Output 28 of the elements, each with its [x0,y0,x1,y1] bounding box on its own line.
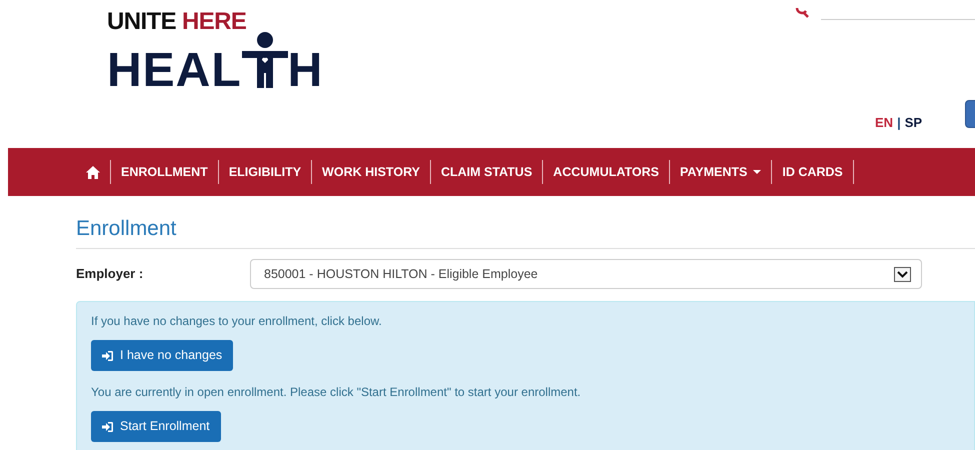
employer-select[interactable]: 850001 - HOUSTON HILTON - Eligible Employee [250,259,922,289]
info-text: If you have no changes to your enrollment, click below. [91,313,383,330]
logo-text: UNITE [107,10,176,34]
logo-text: HEAL [107,47,242,95]
sign-in-icon [102,350,113,360]
nav-link[interactable]: ID CARDS [782,162,843,182]
home-icon[interactable] [86,166,100,178]
nav-dropdown[interactable]: PAYMENTS [680,162,762,182]
logo-text: HERE [182,10,246,34]
language-link[interactable]: SP [904,113,922,132]
language-separator: | [897,114,901,132]
search-icon [795,6,811,20]
employer-label: Employer : [76,265,144,284]
caret-icon [753,170,762,174]
logo-text: H [288,47,324,95]
nav-link[interactable]: ELIGIBILITY [228,162,302,182]
action-button[interactable]: Start Enrollment [91,411,221,442]
nav-link[interactable]: WORK HISTORY [322,162,420,182]
language-link[interactable]: EN [875,113,894,132]
person-icon [242,32,288,90]
page-title: Enrollment [76,216,975,249]
nav-link[interactable]: ENROLLMENT [121,162,208,182]
nav-link[interactable]: CLAIM STATUS [440,162,532,182]
nav-link[interactable]: ACCUMULATORS [553,162,659,182]
action-button[interactable]: I have no changes [91,340,234,371]
info-text: You are currently in open enrollment. Please click "Start Enrollment" to start your enrollment. [91,384,582,401]
sign-in-icon [102,422,113,432]
chevron-icon [894,266,911,282]
